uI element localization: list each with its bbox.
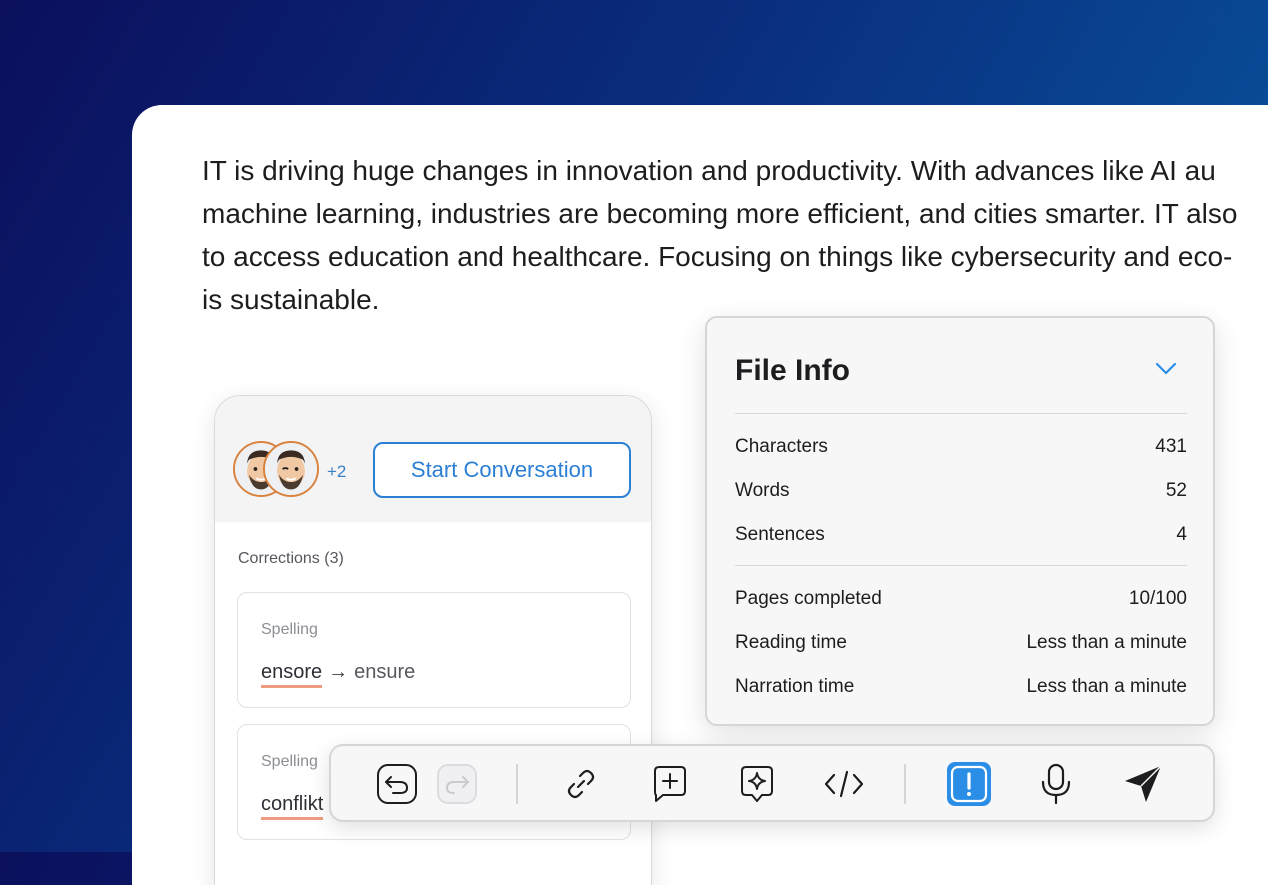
document-line: IT is driving huge changes in innovation… [202, 155, 1216, 186]
link-button[interactable] [559, 762, 603, 806]
file-info-title: File Info [735, 354, 850, 387]
editor-toolbar [329, 744, 1215, 822]
arrow-right-icon: → [328, 661, 349, 683]
correction-suggestion: ensore → ensure [261, 661, 415, 688]
misspelled-word[interactable]: ensore [261, 661, 323, 688]
stat-value: Less than a minute [1026, 676, 1187, 697]
stat-label: Words [735, 480, 790, 501]
stat-row-words: Words 52 [735, 480, 1187, 510]
stat-value: 10/100 [1128, 588, 1187, 609]
correction-suggestion: conflikt [261, 793, 324, 820]
correction-type: Spelling [261, 753, 318, 770]
document-line: is sustainable. [202, 284, 380, 315]
microphone-button[interactable] [1034, 762, 1078, 806]
toolbar-separator [904, 764, 906, 804]
alert-button[interactable] [945, 760, 993, 808]
stat-row-pages: Pages completed 10/100 [735, 588, 1187, 618]
stat-value: Less than a minute [1026, 632, 1187, 653]
stat-value: 52 [1165, 480, 1187, 501]
stat-row-sentences: Sentences 4 [735, 524, 1187, 554]
avatar[interactable] [263, 441, 319, 497]
start-conversation-button[interactable]: Start Conversation [373, 442, 631, 498]
send-icon [1125, 765, 1162, 802]
divider [735, 413, 1187, 414]
code-button[interactable] [822, 762, 866, 806]
add-comment-icon [654, 766, 686, 802]
microphone-icon [1041, 763, 1071, 805]
send-button[interactable] [1121, 762, 1165, 806]
stat-value: 4 [1176, 524, 1187, 545]
document-text[interactable]: IT is driving huge changes in innovation… [202, 149, 1268, 321]
correction-card[interactable]: Spelling ensore → ensure [237, 592, 631, 708]
file-info-panel: File Info Characters 431 Words 52 Senten… [705, 316, 1215, 726]
memoji-avatar-icon [265, 443, 317, 495]
ai-comment-icon [741, 766, 773, 802]
corrections-title: Corrections (3) [238, 550, 344, 567]
divider [735, 565, 1187, 566]
misspelled-word[interactable]: conflikt [261, 793, 324, 820]
stat-label: Narration time [735, 676, 855, 697]
ai-comment-button[interactable] [735, 762, 779, 806]
collaboration-header: +2 Start Conversation [215, 396, 651, 522]
code-icon [824, 770, 864, 798]
stat-label: Characters [735, 436, 828, 457]
stat-value: 431 [1155, 436, 1187, 457]
correction-type: Spelling [261, 621, 318, 638]
redo-button[interactable] [435, 762, 479, 806]
document-line: to access education and healthcare. Focu… [202, 241, 1233, 272]
add-comment-button[interactable] [648, 762, 692, 806]
chevron-down-icon[interactable] [1153, 358, 1179, 378]
redo-icon [437, 764, 477, 804]
stat-row-reading-time: Reading time Less than a minute [735, 632, 1187, 662]
stat-label: Sentences [735, 524, 825, 545]
link-icon [567, 769, 595, 799]
suggested-word[interactable]: ensure [354, 661, 415, 683]
toolbar-separator [516, 764, 518, 804]
undo-button[interactable] [375, 762, 419, 806]
alert-icon [947, 762, 991, 806]
stat-label: Reading time [735, 632, 847, 653]
document-line: machine learning, industries are becomin… [202, 198, 1238, 229]
undo-icon [377, 764, 417, 804]
stat-label: Pages completed [735, 588, 882, 609]
stat-row-characters: Characters 431 [735, 436, 1187, 466]
participant-count[interactable]: +2 [327, 462, 346, 482]
stat-row-narration-time: Narration time Less than a minute [735, 676, 1187, 706]
